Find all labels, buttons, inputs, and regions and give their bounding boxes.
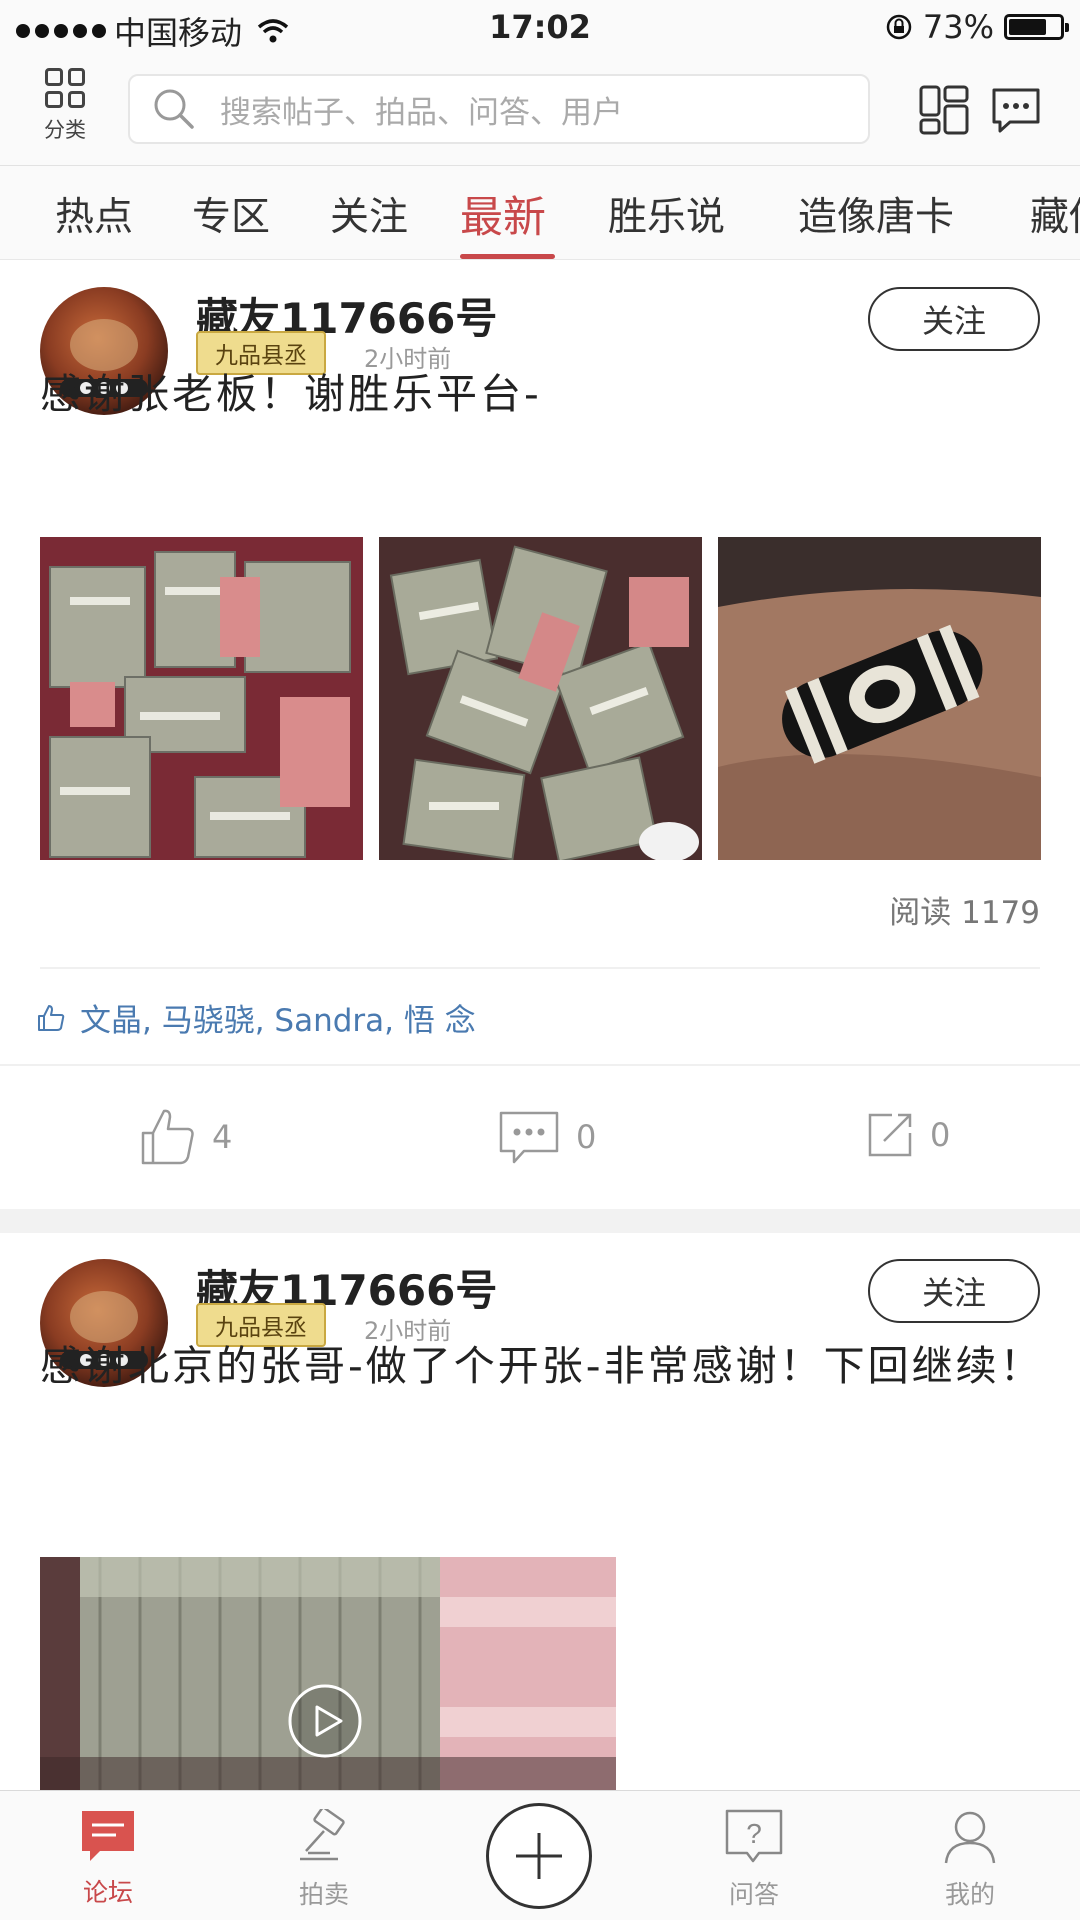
thumbs-up-icon <box>141 1109 194 1165</box>
status-right: 73% <box>885 8 1069 46</box>
nav-auction[interactable]: 拍卖 <box>254 1806 394 1911</box>
create-post-button[interactable] <box>486 1803 592 1909</box>
tab-tibetan[interactable]: 藏传 <box>1030 186 1080 242</box>
tab-hot[interactable]: 热点 <box>55 186 133 242</box>
bottom-tab-bar: 论坛 拍卖 ? 问答 我的 <box>0 1790 1080 1920</box>
search-placeholder: 搜索帖子、拍品、问答、用户 <box>220 94 623 131</box>
category-grid-icon <box>45 68 85 108</box>
post-photo[interactable] <box>379 537 702 860</box>
post-separator <box>0 1209 1080 1233</box>
tab-zones[interactable]: 专区 <box>192 186 270 242</box>
comment-icon <box>499 1111 559 1164</box>
follow-button[interactable]: 关注 <box>868 287 1040 351</box>
message-icon[interactable] <box>990 84 1042 136</box>
divider <box>40 967 1040 969</box>
profile-icon <box>944 1811 996 1864</box>
question-icon: ? <box>725 1809 783 1863</box>
forum-icon <box>82 1811 134 1861</box>
comment-button[interactable]: 0 <box>498 1109 596 1165</box>
post-photo[interactable] <box>40 537 363 860</box>
search-input[interactable]: 搜索帖子、拍品、问答、用户 <box>128 74 870 144</box>
layout-grid-icon[interactable] <box>918 84 970 136</box>
read-count: 阅读 1179 <box>889 895 1040 931</box>
follow-button[interactable]: 关注 <box>868 1259 1040 1323</box>
post-card: 藏友117666号 九品县丞 2小时前 关注 感谢北京的张哥-做了个开张-非常感… <box>0 1233 1080 1790</box>
nav-qa[interactable]: ? 问答 <box>684 1809 824 1911</box>
post-card: 藏友117666号 九品县丞 2小时前 关注 感谢张老板！谢胜乐平台- 阅读 1… <box>0 261 1080 1209</box>
likers-names[interactable]: 文晶, 马骁骁, Sandra, 悟 念 <box>80 995 476 1040</box>
nav-qa-label: 问答 <box>728 1880 779 1909</box>
rotation-lock-icon <box>886 14 912 40</box>
comment-count: 0 <box>576 1118 597 1156</box>
post-video[interactable] <box>40 1557 616 1790</box>
nav-forum-label: 论坛 <box>82 1878 133 1907</box>
likers-row[interactable]: 文晶, 马骁骁, Sandra, 悟 念 <box>36 995 476 1040</box>
category-button[interactable]: 分类 <box>30 68 100 154</box>
share-icon <box>868 1113 912 1157</box>
top-header: 分类 搜索帖子、拍品、问答、用户 <box>0 54 1080 166</box>
post-photo[interactable] <box>718 537 1041 860</box>
category-tabs: 热点 专区 关注 最新 胜乐说 造像唐卡 藏传 <box>0 166 1080 260</box>
status-bar: 中国移动 17:02 73% <box>0 0 1080 54</box>
plus-icon <box>516 1833 562 1879</box>
post-text[interactable]: 感谢张老板！谢胜乐平台- <box>40 361 1045 427</box>
nav-profile[interactable]: 我的 <box>900 1809 1040 1911</box>
play-icon[interactable] <box>287 1683 363 1759</box>
active-tab-indicator <box>460 254 555 259</box>
auction-hammer-icon <box>300 1806 345 1861</box>
svg-text:?: ? <box>746 1818 762 1849</box>
battery-percent: 73% <box>922 8 994 46</box>
nav-profile-label: 我的 <box>944 1880 995 1909</box>
tab-latest[interactable]: 最新 <box>460 183 546 245</box>
nav-auction-label: 拍卖 <box>298 1880 349 1909</box>
battery-icon <box>1004 14 1069 40</box>
like-button[interactable]: 4 <box>140 1107 232 1167</box>
tab-statues-thangka[interactable]: 造像唐卡 <box>798 186 954 242</box>
tab-following[interactable]: 关注 <box>330 186 408 242</box>
share-count: 0 <box>930 1116 951 1154</box>
nav-forum[interactable]: 论坛 <box>38 1809 178 1909</box>
thumbs-up-icon <box>38 1004 65 1031</box>
tab-shengle-says[interactable]: 胜乐说 <box>608 186 725 242</box>
share-button[interactable]: 0 <box>866 1111 950 1159</box>
divider <box>0 1064 1080 1066</box>
search-icon <box>154 89 194 129</box>
like-count: 4 <box>212 1118 233 1156</box>
category-label: 分类 <box>44 118 86 142</box>
post-text[interactable]: 感谢北京的张哥-做了个开张-非常感谢！下回继续！ <box>40 1333 1045 1399</box>
